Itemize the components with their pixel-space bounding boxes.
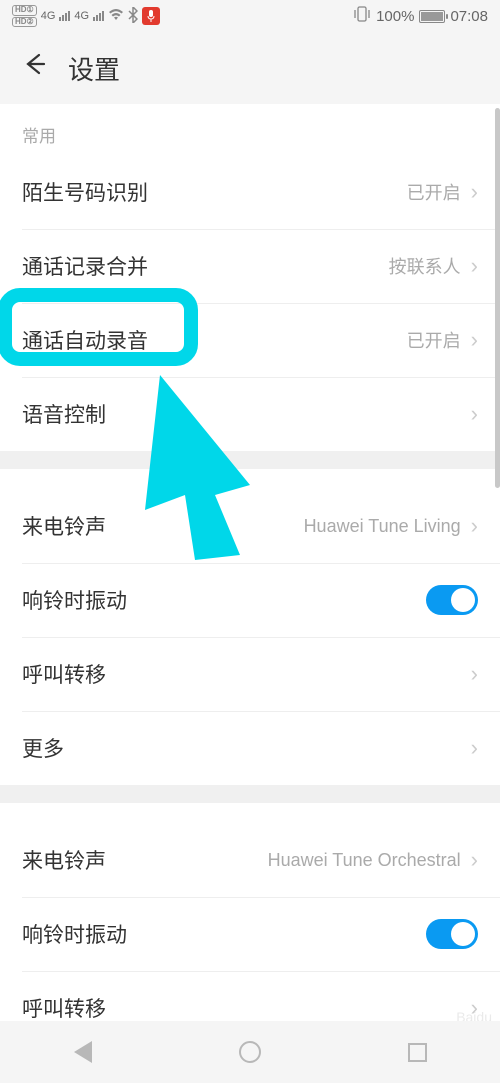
row-vibrate-on-ring-1[interactable]: 响铃时振动 <box>0 563 500 637</box>
row-label: 来电铃声 <box>22 845 106 875</box>
nav-recent-button[interactable] <box>408 1043 427 1062</box>
vibrate-switch-1[interactable] <box>426 585 478 615</box>
page-title: 设置 <box>68 50 120 87</box>
section-gap <box>0 451 500 469</box>
row-label: 响铃时振动 <box>22 919 127 949</box>
row-label: 呼叫转移 <box>22 659 106 689</box>
record-icon <box>142 7 160 25</box>
chevron-right-icon: › <box>471 401 478 427</box>
row-label: 语音控制 <box>22 399 106 429</box>
back-button[interactable] <box>20 51 46 85</box>
row-ringtone-2[interactable]: 来电铃声 Huawei Tune Orchestral › <box>0 823 500 897</box>
status-right: 100% 07:08 <box>353 6 488 26</box>
row-label: 响铃时振动 <box>22 585 127 615</box>
row-call-forwarding-1[interactable]: 呼叫转移 › <box>0 637 500 711</box>
row-auto-call-recording[interactable]: 通话自动录音 已开启 › <box>0 303 500 377</box>
chevron-right-icon: › <box>471 327 478 353</box>
row-label: 更多 <box>22 733 64 763</box>
chevron-right-icon: › <box>471 179 478 205</box>
row-value: 按联系人 › <box>389 253 478 279</box>
chevron-right-icon: › <box>471 661 478 687</box>
status-bar: HD① HD② 4G 4G 100% 07:08 <box>0 0 500 32</box>
scroll-indicator[interactable] <box>495 108 500 488</box>
row-label: 通话记录合并 <box>22 251 148 281</box>
row-more[interactable]: 更多 › <box>0 711 500 785</box>
vibrate-switch-2[interactable] <box>426 919 478 949</box>
row-label: 来电铃声 <box>22 511 106 541</box>
status-left: HD① HD② 4G 4G <box>12 5 160 28</box>
row-value: › <box>467 661 478 687</box>
clock: 07:08 <box>450 8 488 25</box>
row-value: › <box>467 735 478 761</box>
row-value: 已开启 › <box>407 179 478 205</box>
battery-icon <box>419 10 445 23</box>
row-voice-control[interactable]: 语音控制 › <box>0 377 500 451</box>
signal2-label: 4G <box>74 10 89 22</box>
nav-home-button[interactable] <box>239 1041 261 1063</box>
row-unknown-number-id[interactable]: 陌生号码识别 已开启 › <box>0 155 500 229</box>
row-call-log-merge[interactable]: 通话记录合并 按联系人 › <box>0 229 500 303</box>
chevron-right-icon: › <box>471 253 478 279</box>
nav-back-button[interactable] <box>74 1041 92 1063</box>
vibrate-icon <box>353 6 371 26</box>
section-3: 来电铃声 Huawei Tune Orchestral › 响铃时振动 呼叫转移… <box>0 803 500 1045</box>
battery-pct: 100% <box>376 8 414 25</box>
row-value: › <box>467 401 478 427</box>
hd2-badge: HD② <box>12 17 37 28</box>
signal1-icon <box>59 11 70 21</box>
header: 设置 <box>0 32 500 104</box>
section-2: 来电铃声 Huawei Tune Living › 响铃时振动 呼叫转移 › 更… <box>0 469 500 785</box>
section-1-header: 常用 <box>0 104 500 155</box>
row-label: 陌生号码识别 <box>22 177 148 207</box>
row-ringtone-1[interactable]: 来电铃声 Huawei Tune Living › <box>0 489 500 563</box>
row-value: 已开启 › <box>407 327 478 353</box>
row-value: Huawei Tune Living › <box>304 513 478 539</box>
section-gap <box>0 785 500 803</box>
chevron-right-icon: › <box>471 847 478 873</box>
section-1: 常用 陌生号码识别 已开启 › 通话记录合并 按联系人 › 通话自动录音 已开启… <box>0 104 500 451</box>
row-vibrate-on-ring-2[interactable]: 响铃时振动 <box>0 897 500 971</box>
chevron-right-icon: › <box>471 735 478 761</box>
row-label: 通话自动录音 <box>22 325 148 355</box>
nav-bar <box>0 1021 500 1083</box>
chevron-right-icon: › <box>471 513 478 539</box>
row-value: Huawei Tune Orchestral › <box>268 847 478 873</box>
bluetooth-icon <box>128 7 138 26</box>
hd1-badge: HD① <box>12 5 37 16</box>
signal2-icon <box>93 11 104 21</box>
row-label: 呼叫转移 <box>22 993 106 1023</box>
signal1-label: 4G <box>41 10 56 22</box>
wifi-icon <box>108 8 124 24</box>
